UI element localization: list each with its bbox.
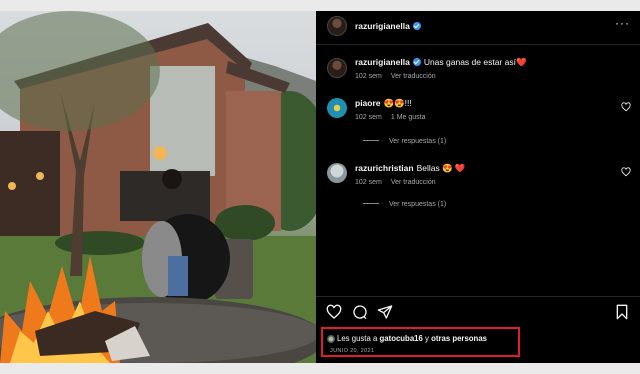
comment-meta: 102 sem Ver traducción xyxy=(355,179,436,186)
caption-age[interactable]: 102 sem xyxy=(355,73,382,80)
comment-line: piaore 😍😍!!! xyxy=(355,98,412,109)
caption-meta: 102 sem Ver traducción xyxy=(355,73,436,80)
caption-line: razurigianella Unas ganas de estar así❤️ xyxy=(355,57,527,68)
comment-text: 😍😍!!! xyxy=(383,98,412,108)
likes-prefix: Les gusta a xyxy=(337,334,378,343)
comment-avatar-piaore[interactable] xyxy=(327,98,347,118)
likes-username[interactable]: gatocuba16 xyxy=(380,334,423,343)
caption-username[interactable]: razurigianella xyxy=(355,57,410,67)
author-avatar[interactable] xyxy=(327,16,347,36)
view-replies-button[interactable]: Ver respuestas (1) xyxy=(363,138,446,145)
share-icon[interactable] xyxy=(377,304,393,320)
comment-translate-link[interactable]: Ver traducción xyxy=(391,179,436,186)
comment-avatar-razurichristian[interactable] xyxy=(327,163,347,183)
replies-line xyxy=(363,140,379,141)
heart-emoji: ❤️ xyxy=(454,163,466,173)
liker-avatar[interactable] xyxy=(327,335,335,343)
likes-conjunction: y xyxy=(425,334,429,343)
view-replies-label[interactable]: Ver respuestas (1) xyxy=(389,201,446,208)
post-side-panel: razurigianella ··· razurigianella Unas ga… xyxy=(316,11,640,363)
lamp-light xyxy=(153,146,167,160)
person-head xyxy=(162,169,182,189)
verified-badge-icon xyxy=(412,58,421,66)
caption-translate-link[interactable]: Ver traducción xyxy=(391,73,436,80)
hedge xyxy=(55,231,145,255)
comment-line: razurichristian Bellas 😍 ❤️ xyxy=(355,163,465,174)
likes-summary[interactable]: Les gusta a gatocuba16 y otras personas xyxy=(337,334,487,343)
replies-line xyxy=(363,203,379,204)
view-replies-label[interactable]: Ver respuestas (1) xyxy=(389,138,446,145)
porch-light-2 xyxy=(36,172,44,180)
verified-badge-icon xyxy=(412,22,421,30)
more-options-icon[interactable]: ··· xyxy=(615,17,630,29)
post-photo[interactable] xyxy=(0,11,316,363)
person-jeans xyxy=(168,256,188,296)
heart-emoji: ❤️ xyxy=(515,57,527,67)
comment-username[interactable]: piaore xyxy=(355,98,381,108)
header-divider xyxy=(316,44,640,45)
caption-text: Unas ganas de estar así xyxy=(423,57,516,67)
like-heart-icon[interactable] xyxy=(326,304,342,320)
comment-icon[interactable] xyxy=(352,304,368,320)
comment-meta: 102 sem 1 Me gusta xyxy=(355,114,426,121)
post-date[interactable]: JUNIO 20, 2021 xyxy=(330,348,374,354)
caption-avatar[interactable] xyxy=(327,58,347,78)
post-header-username[interactable]: razurigianella xyxy=(355,21,421,31)
comment-like-heart-icon[interactable] xyxy=(621,167,631,177)
actions-divider xyxy=(316,296,640,297)
save-bookmark-icon[interactable] xyxy=(615,304,629,320)
porch-light xyxy=(8,182,16,190)
shrub xyxy=(215,205,275,241)
likes-highlight-box: Les gusta a gatocuba16 y otras personas … xyxy=(321,327,520,357)
comment-text: Bellas 😍 xyxy=(416,163,453,173)
header-username-text[interactable]: razurigianella xyxy=(355,21,410,31)
comment-like-count[interactable]: 1 Me gusta xyxy=(391,114,426,121)
comment-username[interactable]: razurichristian xyxy=(355,163,414,173)
photo-illustration xyxy=(0,11,316,363)
comment-age[interactable]: 102 sem xyxy=(355,179,382,186)
view-replies-button[interactable]: Ver respuestas (1) xyxy=(363,201,446,208)
comment-like-heart-icon[interactable] xyxy=(621,102,631,112)
likes-others[interactable]: otras personas xyxy=(431,334,487,343)
instagram-post-frame: razurigianella ··· razurigianella Unas ga… xyxy=(0,11,640,363)
comment-age[interactable]: 102 sem xyxy=(355,114,382,121)
